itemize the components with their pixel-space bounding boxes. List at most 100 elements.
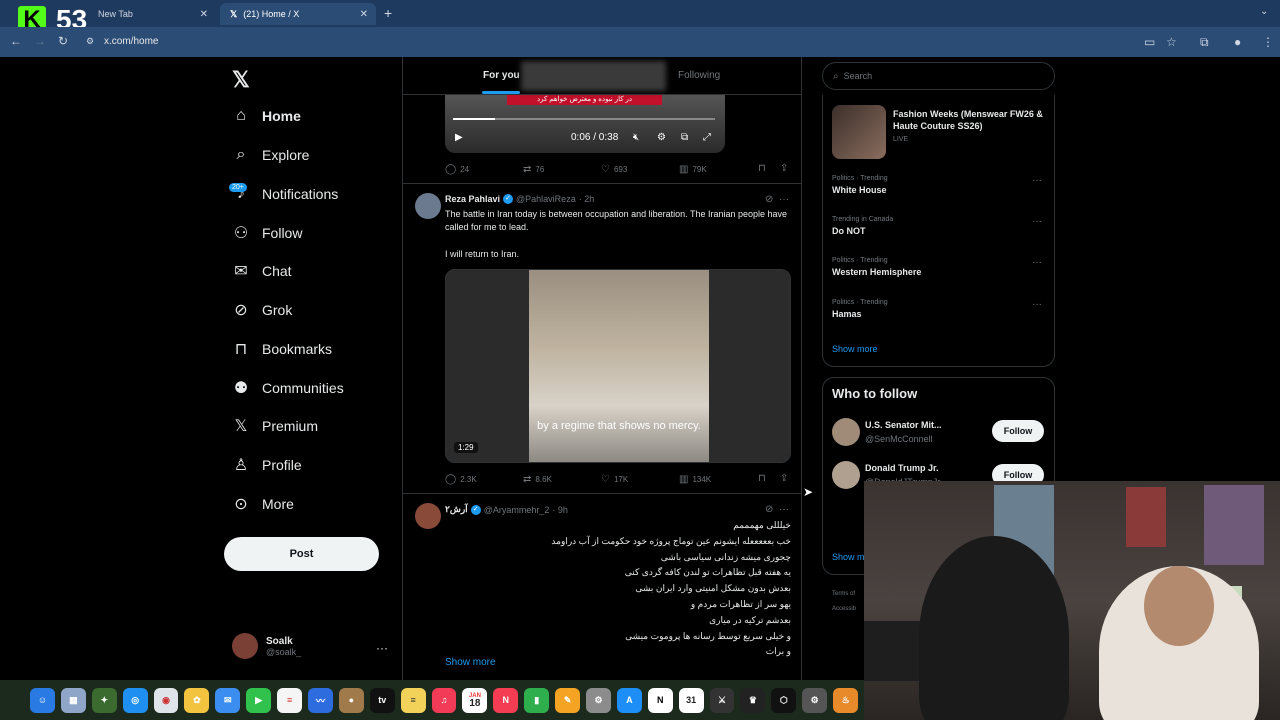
numbers-icon[interactable]: ▮	[524, 687, 550, 713]
tweet-time[interactable]: · 2h	[579, 194, 595, 204]
tab-following[interactable]: Following	[678, 70, 720, 81]
video-player[interactable]: by a regime that shows no mercy. 1:29	[445, 269, 791, 463]
back-icon[interactable]: ←	[10, 34, 22, 48]
x-logo-icon[interactable]: 𝕏	[232, 67, 250, 93]
footer-accessibility-link[interactable]: Accessib	[832, 606, 856, 612]
show-more-link[interactable]: Show more	[445, 657, 496, 668]
reply-button[interactable]: ◯ 2.3K	[445, 474, 523, 485]
app-icon[interactable]: ●	[338, 687, 364, 713]
news-icon[interactable]: N	[493, 687, 519, 713]
calendar-icon[interactable]: 31	[678, 687, 704, 713]
more-horizontal-icon[interactable]: ···	[779, 504, 789, 515]
repost-button[interactable]: ⇄ 8.6K	[523, 474, 601, 485]
tweet-time[interactable]: · 9h	[552, 505, 568, 515]
settings-icon[interactable]: ⚙	[657, 132, 666, 143]
author-name[interactable]: Reza Pahlavi	[445, 194, 500, 204]
cast-icon[interactable]: ▭	[1144, 35, 1155, 49]
tab-x-home[interactable]: 𝕏 (21) Home / X ✕	[220, 3, 376, 25]
settings-icon[interactable]: ⚙	[586, 687, 611, 713]
trend-featured-title[interactable]: Fashion Weeks (Menswear FW26 & Haute Cou…	[893, 108, 1053, 132]
video-player[interactable]: در کار نبوده و معترض خواهم کرد ▶ 0:06 / …	[445, 95, 725, 153]
new-tab-icon[interactable]: +	[384, 5, 392, 21]
author-handle[interactable]: @Aryammehr_2	[484, 505, 550, 515]
grok-icon[interactable]: ⊘	[765, 194, 773, 205]
avatar[interactable]	[415, 503, 441, 529]
fullscreen-icon[interactable]: ⤢	[703, 132, 711, 143]
show-more-link[interactable]: Show m	[832, 552, 865, 562]
account-switcher[interactable]: Soalk @soalk_	[232, 633, 301, 659]
post-button[interactable]: Post	[224, 537, 379, 571]
notes-icon[interactable]: ≡	[400, 687, 426, 713]
nav-profile[interactable]: ♙ Profile	[232, 453, 302, 477]
star-icon[interactable]: ☆	[1166, 35, 1177, 49]
music-icon[interactable]: ♫	[431, 687, 457, 713]
reload-icon[interactable]: ↻	[58, 34, 68, 48]
appletv-icon[interactable]: tv	[369, 687, 395, 713]
like-button[interactable]: ♡ 17K	[601, 474, 679, 485]
finder-icon[interactable]: ☺	[30, 687, 55, 713]
more-horizontal-icon[interactable]: ···	[1032, 216, 1042, 227]
facetime-icon[interactable]: ▶	[246, 687, 272, 713]
site-info-icon[interactable]: ⚙	[86, 36, 94, 47]
chevron-down-icon[interactable]: ⌄	[1260, 6, 1268, 17]
trend-item[interactable]: Politics · Trending White House	[832, 175, 888, 195]
bookmark-icon[interactable]: ⊓	[758, 163, 766, 174]
app-icon[interactable]: ⚔	[709, 687, 735, 713]
safari-icon[interactable]: ◎	[122, 687, 148, 713]
reminders-icon[interactable]: ≡	[277, 687, 303, 713]
repost-button[interactable]: ⇄ 76	[523, 164, 601, 175]
follow-button[interactable]: Follow	[992, 420, 1044, 442]
menu-icon[interactable]: ⋮	[1262, 35, 1274, 49]
nav-notifications[interactable]: ♪ Notifications	[232, 182, 338, 206]
launchpad-icon[interactable]: ▦	[60, 687, 86, 713]
nav-premium[interactable]: 𝕏 Premium	[232, 414, 318, 438]
account-handle[interactable]: @SenMcConnell	[865, 434, 933, 444]
address-bar[interactable]: x.com/home	[104, 36, 158, 47]
share-icon[interactable]: ⇪	[780, 473, 788, 484]
nav-chat[interactable]: ✉ Chat	[232, 259, 291, 283]
like-button[interactable]: ♡ 693	[601, 164, 679, 175]
show-more-link[interactable]: Show more	[832, 344, 878, 354]
more-horizontal-icon[interactable]: ···	[1032, 299, 1042, 310]
nav-grok[interactable]: ⊘ Grok	[232, 298, 292, 322]
nav-home[interactable]: ⌂ Home	[232, 104, 301, 128]
views-button[interactable]: ▥ 79K	[679, 164, 757, 175]
nav-explore[interactable]: ⌕ Explore	[232, 143, 310, 167]
pip-icon[interactable]: ⧉	[681, 132, 688, 143]
footer-terms-link[interactable]: Terms of	[832, 591, 855, 597]
author-handle[interactable]: @PahlaviReza	[516, 194, 576, 204]
calendar-icon[interactable]: JAN 18	[462, 687, 488, 713]
bookmark-icon[interactable]: ⊓	[758, 473, 766, 484]
nav-communities[interactable]: ⚉ Communities	[232, 376, 344, 400]
appstore-icon[interactable]: A	[616, 687, 642, 713]
more-horizontal-icon[interactable]: ···	[779, 194, 789, 205]
more-horizontal-icon[interactable]: ···	[376, 641, 388, 655]
avatar[interactable]	[832, 461, 860, 489]
more-horizontal-icon[interactable]: ···	[1032, 175, 1042, 186]
app-icon[interactable]: ♛	[740, 687, 766, 713]
play-icon[interactable]: ▶	[455, 132, 463, 143]
search-input[interactable]: ⌕ Search	[822, 62, 1055, 90]
app-icon[interactable]: ⚙	[802, 687, 828, 713]
app-icon[interactable]: ♨	[833, 687, 859, 713]
chrome-icon[interactable]: ◉	[153, 687, 179, 713]
video-progress-bar[interactable]	[453, 118, 715, 120]
share-icon[interactable]: ⇪	[780, 163, 788, 174]
trend-item[interactable]: Politics · Trending Hamas	[832, 299, 888, 319]
forward-icon[interactable]: →	[34, 34, 46, 48]
trend-item[interactable]: Politics · Trending Western Hemisphere	[832, 257, 921, 277]
close-icon[interactable]: ✕	[200, 9, 208, 20]
nav-follow[interactable]: ⚇ Follow	[232, 221, 303, 245]
trend-thumbnail[interactable]	[832, 105, 886, 159]
extensions-icon[interactable]: ⧉	[1200, 35, 1209, 50]
trend-item[interactable]: Trending in Canada Do NOT	[832, 216, 893, 236]
profile-icon[interactable]: ●	[1234, 35, 1241, 49]
author-name[interactable]: آرش۲	[445, 504, 468, 515]
app-icon[interactable]: ⬡	[771, 687, 797, 713]
notion-icon[interactable]: N	[647, 687, 673, 713]
grok-icon[interactable]: ⊘	[765, 504, 773, 515]
tab-for-you[interactable]: For you	[483, 70, 520, 81]
avatar[interactable]	[415, 193, 441, 219]
photos-icon[interactable]: ✿	[184, 687, 210, 713]
mail-icon[interactable]: ✉	[215, 687, 241, 713]
